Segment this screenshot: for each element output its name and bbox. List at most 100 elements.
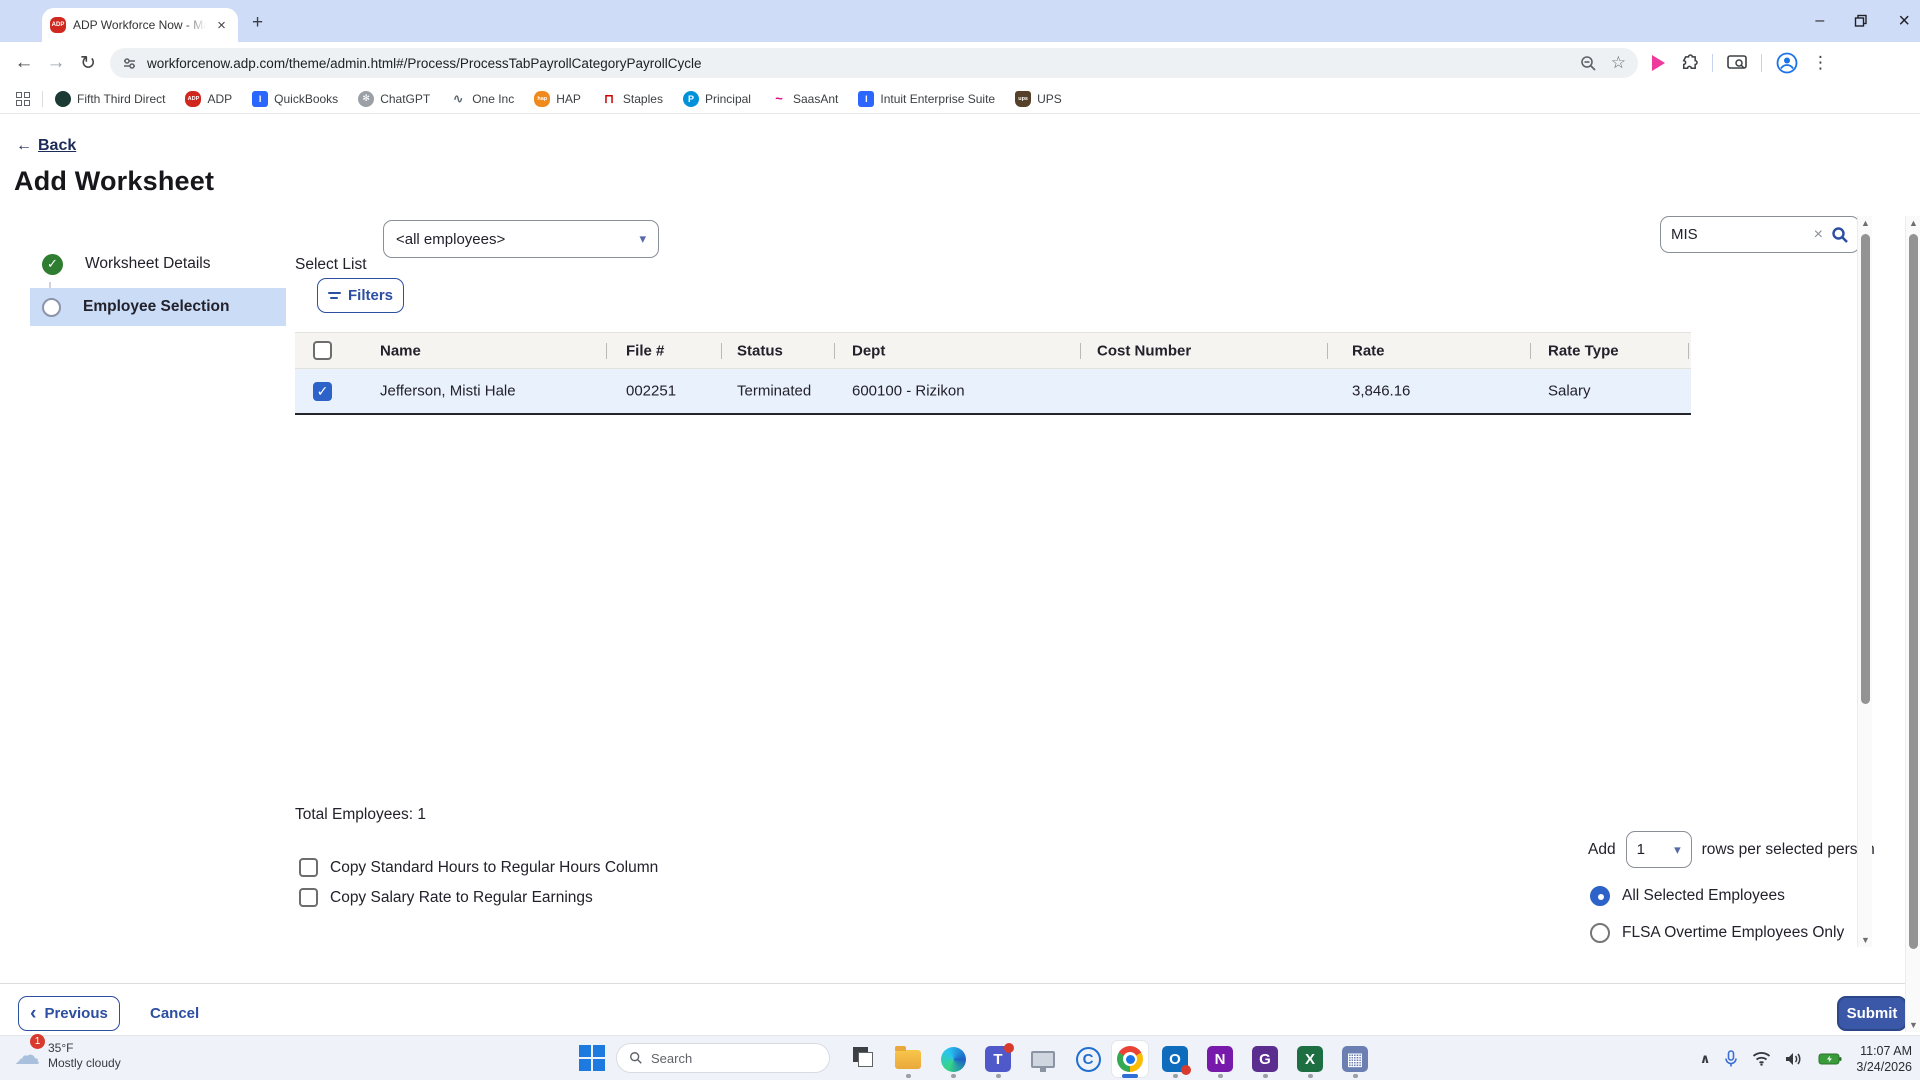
employee-search-field[interactable]: × (1660, 216, 1860, 253)
browser-tab[interactable]: ADP ADP Workforce Now - Manage × (42, 8, 238, 42)
bookmark-quickbooks[interactable]: I QuickBooks (252, 90, 338, 107)
start-button[interactable] (578, 1044, 606, 1072)
select-list-dropdown[interactable]: <all employees> ▾ (383, 220, 659, 258)
col-cost[interactable]: Cost Number (1097, 342, 1191, 359)
bookmark-staples[interactable]: ⊓ Staples (601, 91, 663, 107)
rows-count-dropdown[interactable]: 1 ▾ (1625, 831, 1692, 868)
outlook-button[interactable]: O (1157, 1041, 1193, 1078)
back-nav-icon[interactable]: ← (8, 52, 40, 74)
scroll-down-icon[interactable]: ▼ (1906, 1018, 1920, 1032)
edge-button[interactable] (935, 1041, 971, 1078)
previous-button[interactable]: ‹ Previous (18, 996, 120, 1031)
bookmark-adp[interactable]: ADP ADP (185, 90, 232, 107)
submit-button[interactable]: Submit (1837, 996, 1907, 1031)
flsa-overtime-option[interactable]: FLSA Overtime Employees Only (1590, 923, 1844, 943)
new-tab-button[interactable]: + (252, 12, 263, 34)
intuit-icon: I (858, 90, 875, 107)
wifi-icon[interactable] (1752, 1051, 1771, 1066)
col-rate[interactable]: Rate (1352, 342, 1385, 359)
chevron-down-icon: ▾ (1674, 841, 1681, 857)
bookmark-principal[interactable]: P Principal (682, 90, 751, 107)
scroll-up-icon[interactable]: ▲ (1858, 216, 1873, 230)
taskbar-search[interactable]: Search (616, 1043, 830, 1073)
scroll-up-icon[interactable]: ▲ (1906, 216, 1920, 230)
row-checkbox[interactable]: ✓ (313, 382, 332, 401)
col-file[interactable]: File # (626, 342, 664, 359)
copy-standard-hours-option[interactable]: Copy Standard Hours to Regular Hours Col… (299, 858, 658, 877)
scrollbar-thumb[interactable] (1909, 234, 1918, 949)
copy-standard-hours-checkbox[interactable] (299, 858, 318, 877)
clear-search-icon[interactable]: × (1814, 226, 1823, 244)
bookmark-chatgpt[interactable]: ✻ ChatGPT (358, 90, 430, 107)
onenote-button[interactable]: N (1202, 1041, 1238, 1078)
clock[interactable]: 11:07 AM 3/24/2026 (1856, 1043, 1912, 1075)
filter-icon (327, 292, 341, 299)
calculator-button[interactable]: ▦ (1337, 1041, 1373, 1078)
menu-kebab-icon[interactable]: ⋮ (1812, 53, 1829, 73)
purple-app-button[interactable]: G (1247, 1041, 1283, 1078)
search-icon[interactable] (1831, 226, 1849, 244)
address-bar[interactable]: workforcenow.adp.com/theme/admin.html#/P… (110, 48, 1638, 78)
step-worksheet-details[interactable]: ✓ Worksheet Details (30, 245, 286, 283)
cancel-button[interactable]: Cancel (150, 1005, 199, 1022)
step-employee-selection[interactable]: Employee Selection (30, 288, 286, 326)
copy-salary-rate-option[interactable]: Copy Salary Rate to Regular Earnings (299, 888, 593, 907)
search-input[interactable] (1671, 226, 1806, 243)
bookmark-ups[interactable]: ups UPS (1015, 90, 1062, 107)
bookmark-fifth-third[interactable]: Fifth Third Direct (55, 90, 165, 107)
radio-selected-icon[interactable] (1590, 886, 1610, 906)
select-all-checkbox[interactable] (313, 341, 332, 360)
apps-grid-icon[interactable] (16, 91, 30, 106)
remote-desktop-button[interactable] (1025, 1041, 1061, 1077)
zoom-level-icon[interactable] (1580, 55, 1597, 72)
cell-file: 002251 (626, 382, 677, 400)
notification-badge: 1 (30, 1034, 45, 1049)
col-status[interactable]: Status (737, 342, 783, 359)
file-explorer-button[interactable] (890, 1041, 926, 1078)
reading-mode-icon[interactable] (1727, 54, 1747, 72)
filters-button[interactable]: Filters (317, 278, 404, 313)
inner-scrollbar[interactable]: ▲ ▼ (1857, 216, 1872, 947)
url-text[interactable]: workforcenow.adp.com/theme/admin.html#/P… (147, 56, 1570, 71)
tab-close-icon[interactable]: × (213, 16, 230, 34)
table-row[interactable]: ✓ Jefferson, Misti Hale 002251 Terminate… (295, 369, 1691, 415)
scrollbar-thumb[interactable] (1861, 234, 1870, 704)
copilot-button[interactable]: C (1070, 1041, 1106, 1077)
reload-icon[interactable]: ↻ (72, 52, 104, 75)
radio-unselected-icon[interactable] (1590, 923, 1610, 943)
all-selected-employees-option[interactable]: All Selected Employees (1590, 886, 1785, 906)
bookmark-star-icon[interactable]: ☆ (1611, 53, 1626, 73)
task-view-button[interactable] (845, 1041, 881, 1077)
bookmark-one-inc[interactable]: ∿ One Inc (450, 91, 514, 107)
chatgpt-icon: ✻ (358, 90, 375, 107)
copy-salary-rate-checkbox[interactable] (299, 888, 318, 907)
window-close-icon[interactable]: × (1898, 10, 1910, 33)
bookmark-intuit-suite[interactable]: I Intuit Enterprise Suite (858, 90, 995, 107)
site-settings-icon[interactable] (122, 56, 137, 71)
window-scrollbar[interactable]: ▲ ▼ (1905, 216, 1920, 1032)
search-placeholder: Search (651, 1050, 693, 1066)
chrome-button[interactable] (1112, 1041, 1148, 1078)
weather-widget[interactable]: ☁ 1 35°F Mostly cloudy (14, 1034, 121, 1071)
microphone-icon[interactable] (1724, 1049, 1738, 1068)
profile-avatar-icon[interactable] (1776, 52, 1798, 74)
back-link[interactable]: ← Back (16, 137, 76, 155)
speaker-icon[interactable] (1785, 1051, 1804, 1067)
forward-nav-icon[interactable]: → (40, 52, 72, 74)
excel-button[interactable]: X (1292, 1041, 1328, 1078)
tray-chevron-icon[interactable]: ∧ (1700, 1051, 1711, 1067)
bookmark-saasant[interactable]: ~ SaasAnt (771, 91, 838, 107)
window-minimize-icon[interactable]: – (1815, 12, 1824, 30)
bookmark-hap[interactable]: hap HAP (534, 90, 581, 107)
monitor-icon (1031, 1050, 1055, 1072)
extensions-puzzle-icon[interactable] (1679, 53, 1698, 73)
scroll-down-icon[interactable]: ▼ (1858, 933, 1873, 947)
window-restore-icon[interactable] (1854, 14, 1868, 28)
col-name[interactable]: Name (380, 342, 421, 359)
col-dept[interactable]: Dept (852, 342, 885, 359)
teams-button[interactable]: T (980, 1041, 1016, 1078)
adp-extension-icon[interactable] (1652, 55, 1665, 71)
date-label: 3/24/2026 (1856, 1059, 1912, 1074)
battery-icon[interactable] (1818, 1052, 1842, 1066)
col-rate-type[interactable]: Rate Type (1548, 342, 1619, 359)
